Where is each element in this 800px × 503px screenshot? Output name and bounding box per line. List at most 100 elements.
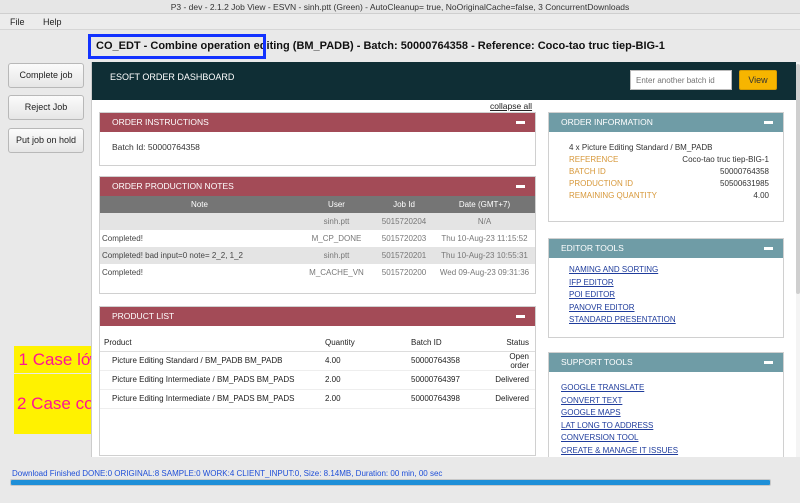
dashboard-title: ESOFT ORDER DASHBOARD	[110, 72, 235, 82]
job-id-cell: 5015720204	[374, 213, 434, 230]
production-notes-header[interactable]: ORDER PRODUCTION NOTES	[100, 177, 535, 196]
support-tools-title: SUPPORT TOOLS	[561, 357, 633, 367]
job-id-cell: 5015720200	[381, 268, 427, 277]
info-key: REFERENCE	[569, 155, 619, 164]
batch-id-line: Batch Id: 50000764358	[112, 142, 200, 152]
dashboard-scrollbar[interactable]	[796, 62, 800, 457]
batch-id-cell: 50000764397	[401, 370, 483, 390]
user-cell: M_CP_DONE	[311, 234, 362, 243]
collapse-all-link[interactable]: collapse all	[490, 101, 532, 111]
menu-bar: File Help	[0, 14, 800, 30]
quantity-cell: 4.00	[315, 351, 401, 371]
date-cell: Thu 10-Aug-23 11:15:52	[441, 234, 528, 243]
panovr-editor-link[interactable]: PANOVR EDITOR	[569, 302, 763, 315]
order-instructions-header[interactable]: ORDER INSTRUCTIONS	[100, 113, 535, 132]
column-header-quantity: Quantity	[315, 334, 401, 352]
download-progress-bar	[10, 479, 771, 486]
create-manage-it-issues-link[interactable]: CREATE & MANAGE IT ISSUES	[561, 445, 771, 457]
support-tools-header[interactable]: SUPPORT TOOLS	[549, 353, 783, 372]
job-id-cell: 5015720201	[374, 247, 434, 264]
editor-tools-header[interactable]: EDITOR TOOLS	[549, 239, 783, 258]
column-header-status: Status	[483, 334, 535, 352]
job-id-cell: 5015720203	[381, 234, 427, 243]
collapse-icon[interactable]	[516, 121, 525, 124]
batch-id-input[interactable]	[630, 70, 732, 90]
info-value: 50500631985	[720, 179, 769, 188]
table-row: Picture Editing Intermediate / BM_PADS B…	[100, 389, 535, 409]
editor-tools-title: EDITOR TOOLS	[561, 243, 624, 253]
order-dashboard: ESOFT ORDER DASHBOARD View collapse all …	[91, 62, 796, 457]
note-cell	[100, 213, 299, 230]
column-header-note: Note	[100, 196, 299, 213]
menu-help[interactable]: Help	[37, 14, 68, 30]
quantity-cell: 2.00	[315, 370, 401, 390]
table-row: Picture Editing Standard / BM_PADB BM_PA…	[100, 351, 535, 371]
progress-fill	[11, 480, 770, 485]
editor-tools-list: NAMING AND SORTING IFP EDITOR POI EDITOR…	[549, 258, 783, 333]
info-row: REFERENCE Coco-tao truc tiep-BIG-1	[569, 154, 769, 166]
batch-id-cell: 50000764358	[401, 351, 483, 371]
column-header-product: Product	[100, 334, 315, 352]
info-value: 50000764358	[720, 167, 769, 176]
column-header-date: Date (GMT+7)	[434, 196, 535, 213]
order-information-body: 4 x Picture Editing Standard / BM_PADB R…	[549, 132, 783, 202]
table-row: Completed! M_CACHE_VN 5015720200 Wed 09-…	[100, 264, 535, 281]
quantity-cell: 2.00	[315, 389, 401, 409]
table-row: Completed! M_CP_DONE 5015720203 Thu 10-A…	[100, 230, 535, 247]
menu-file[interactable]: File	[4, 14, 31, 30]
conversion-tool-link[interactable]: CONVERSION TOOL	[561, 432, 771, 445]
order-information-panel: ORDER INFORMATION 4 x Picture Editing St…	[548, 112, 784, 222]
production-notes-table: Note User Job Id Date (GMT+7) sinh.ptt 5…	[100, 196, 535, 281]
product-cell: Picture Editing Intermediate / BM_PADS B…	[100, 370, 315, 390]
dashboard-header: ESOFT ORDER DASHBOARD View	[92, 62, 796, 100]
product-list-panel: PRODUCT LIST Product Quantity Batch ID S…	[99, 306, 536, 456]
naming-and-sorting-link[interactable]: NAMING AND SORTING	[569, 264, 763, 277]
order-instructions-panel: ORDER INSTRUCTIONS Batch Id: 50000764358	[99, 112, 536, 166]
order-information-title: ORDER INFORMATION	[561, 117, 653, 127]
view-button[interactable]: View	[739, 70, 777, 90]
column-header-job-id: Job Id	[374, 196, 434, 213]
standard-presentation-link[interactable]: STANDARD PRESENTATION	[569, 314, 763, 327]
collapse-icon[interactable]	[516, 185, 525, 188]
collapse-icon[interactable]	[764, 361, 773, 364]
note-cell: Completed! bad input=0 note= 2_2, 1_2	[100, 247, 299, 264]
date-cell: Thu 10-Aug-23 10:55:31	[434, 247, 535, 264]
info-row: REMAINING QUANTITY 4.00	[569, 190, 769, 202]
collapse-icon[interactable]	[764, 121, 773, 124]
download-status: Download Finished DONE:0 ORIGINAL:8 SAMP…	[12, 469, 443, 478]
batch-id-cell: 50000764398	[401, 389, 483, 409]
collapse-icon[interactable]	[764, 247, 773, 250]
lat-long-to-address-link[interactable]: LAT LONG TO ADDRESS	[561, 420, 771, 433]
status-cell: Open order	[483, 351, 535, 371]
window-title: P3 - dev - 2.1.2 Job View - ESVN - sinh.…	[0, 0, 800, 14]
complete-job-button[interactable]: Complete job	[8, 63, 84, 88]
status-cell: Delivered	[483, 389, 535, 409]
scrollbar-thumb[interactable]	[796, 64, 800, 294]
info-key: PRODUCTION ID	[569, 179, 633, 188]
info-value: Coco-tao truc tiep-BIG-1	[682, 155, 769, 164]
table-row: sinh.ptt 5015720204 N/A	[100, 213, 535, 230]
ifp-editor-link[interactable]: IFP EDITOR	[569, 277, 763, 290]
google-maps-link[interactable]: GOOGLE MAPS	[561, 407, 771, 420]
product-list-table: Product Quantity Batch ID Status Picture…	[100, 334, 535, 409]
order-summary: 4 x Picture Editing Standard / BM_PADB	[569, 143, 713, 152]
product-list-title: PRODUCT LIST	[112, 311, 175, 321]
reject-job-button[interactable]: Reject Job	[8, 95, 84, 120]
support-tools-panel: SUPPORT TOOLS GOOGLE TRANSLATE CONVERT T…	[548, 352, 784, 457]
product-cell: Picture Editing Standard / BM_PADB BM_PA…	[100, 351, 315, 371]
google-translate-link[interactable]: GOOGLE TRANSLATE	[561, 382, 771, 395]
table-row: Picture Editing Intermediate / BM_PADS B…	[100, 370, 535, 390]
note-cell: Completed!	[102, 234, 143, 243]
convert-text-link[interactable]: CONVERT TEXT	[561, 395, 771, 408]
product-cell: Picture Editing Intermediate / BM_PADS B…	[100, 389, 315, 409]
user-cell: M_CACHE_VN	[309, 268, 364, 277]
column-header-batch-id: Batch ID	[401, 334, 483, 352]
production-notes-panel: ORDER PRODUCTION NOTES Note User Job Id …	[99, 176, 536, 294]
order-information-header[interactable]: ORDER INFORMATION	[549, 113, 783, 132]
put-job-on-hold-button[interactable]: Put job on hold	[8, 128, 84, 153]
poi-editor-link[interactable]: POI EDITOR	[569, 289, 763, 302]
order-instructions-title: ORDER INSTRUCTIONS	[112, 117, 209, 127]
user-cell: sinh.ptt	[299, 247, 374, 264]
product-list-header[interactable]: PRODUCT LIST	[100, 307, 535, 326]
collapse-icon[interactable]	[516, 315, 525, 318]
